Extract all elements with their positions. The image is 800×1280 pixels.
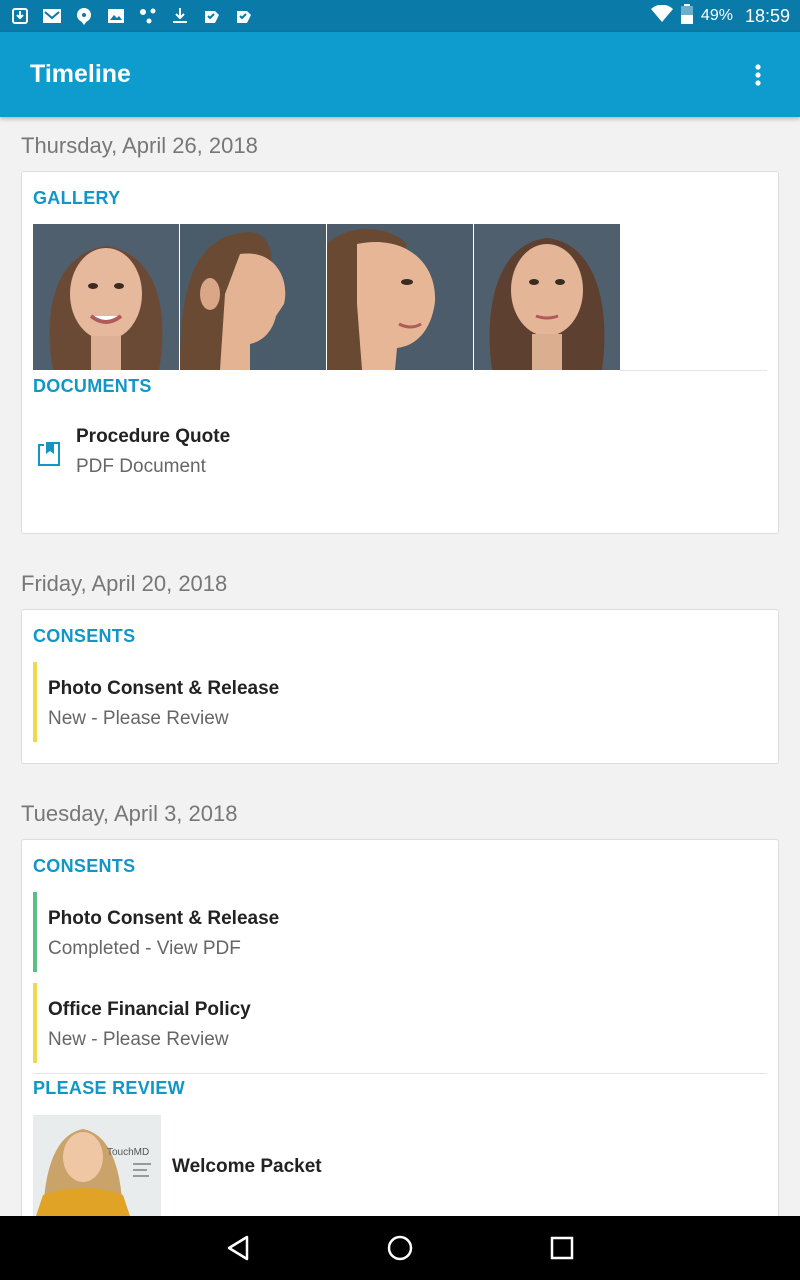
check-icon <box>234 6 254 26</box>
recents-icon[interactable] <box>546 1232 578 1264</box>
consent-item[interactable]: Photo Consent & Release New - Please Rev… <box>33 662 279 742</box>
timeline-card: GALLERY DOCUMENTS Procedure Quote PDF Do… <box>21 171 779 534</box>
consent-status: Completed - View PDF <box>48 938 241 959</box>
document-item[interactable]: Procedure Quote PDF Document <box>33 426 230 478</box>
system-nav-bar <box>0 1216 800 1280</box>
clock: 18:59 <box>744 5 790 26</box>
consents-header: CONSENTS <box>33 626 136 646</box>
battery-percent: 49% <box>700 7 733 24</box>
consent-status: New - Please Review <box>48 708 229 729</box>
download-icon <box>10 6 30 26</box>
more-vert-icon[interactable] <box>746 55 770 95</box>
home-icon[interactable] <box>384 1232 416 1264</box>
document-type: PDF Document <box>76 456 206 477</box>
consent-item[interactable]: Photo Consent & Release Completed - View… <box>33 892 279 972</box>
welcome-packet-title[interactable]: Welcome Packet <box>172 1156 322 1178</box>
timeline-date: Friday, April 20, 2018 <box>21 571 228 596</box>
mail-icon <box>42 6 62 26</box>
battery-icon <box>680 3 693 29</box>
back-icon[interactable] <box>222 1232 254 1264</box>
photo-gallery <box>33 224 620 370</box>
gallery-photo[interactable] <box>180 224 326 370</box>
timeline-date: Tuesday, April 3, 2018 <box>21 801 238 826</box>
app-bar: Timeline <box>0 32 800 117</box>
timeline-date: Thursday, April 26, 2018 <box>21 133 258 158</box>
consent-item[interactable]: Office Financial Policy New - Please Rev… <box>33 983 251 1063</box>
divider <box>33 1073 767 1074</box>
please-review-header: PLEASE REVIEW <box>33 1078 185 1098</box>
documents-header: DOCUMENTS <box>33 376 152 396</box>
gallery-photo[interactable] <box>33 224 179 370</box>
timeline-card: CONSENTS Photo Consent & Release Complet… <box>21 839 779 1216</box>
gallery-photo[interactable] <box>474 224 620 370</box>
document-icon <box>33 438 65 470</box>
share-icon <box>138 6 158 26</box>
consent-status: New - Please Review <box>48 1029 229 1050</box>
chat-icon <box>74 6 94 26</box>
gallery-photo[interactable] <box>327 224 473 370</box>
consent-title: Office Financial Policy <box>48 999 251 1020</box>
timeline-card: CONSENTS Photo Consent & Release New - P… <box>21 609 779 764</box>
consents-header: CONSENTS <box>33 856 136 876</box>
download-icon <box>170 6 190 26</box>
status-bar: 49% 18:59 <box>0 0 800 32</box>
timeline-list[interactable]: Thursday, April 26, 2018 GALLERY DOCUMEN… <box>0 117 800 1216</box>
touchmd-logo: TouchMD <box>107 1147 149 1158</box>
gallery-header: GALLERY <box>33 188 121 208</box>
check-icon <box>202 6 222 26</box>
page-title: Timeline <box>30 60 131 88</box>
wifi-icon <box>650 4 673 28</box>
consent-title: Photo Consent & Release <box>48 678 280 699</box>
divider <box>620 370 767 371</box>
notification-icons <box>10 6 254 26</box>
document-title: Procedure Quote <box>76 426 231 447</box>
image-icon <box>106 6 126 26</box>
consent-title: Photo Consent & Release <box>48 908 280 929</box>
welcome-packet-thumbnail[interactable]: TouchMD <box>33 1115 161 1216</box>
